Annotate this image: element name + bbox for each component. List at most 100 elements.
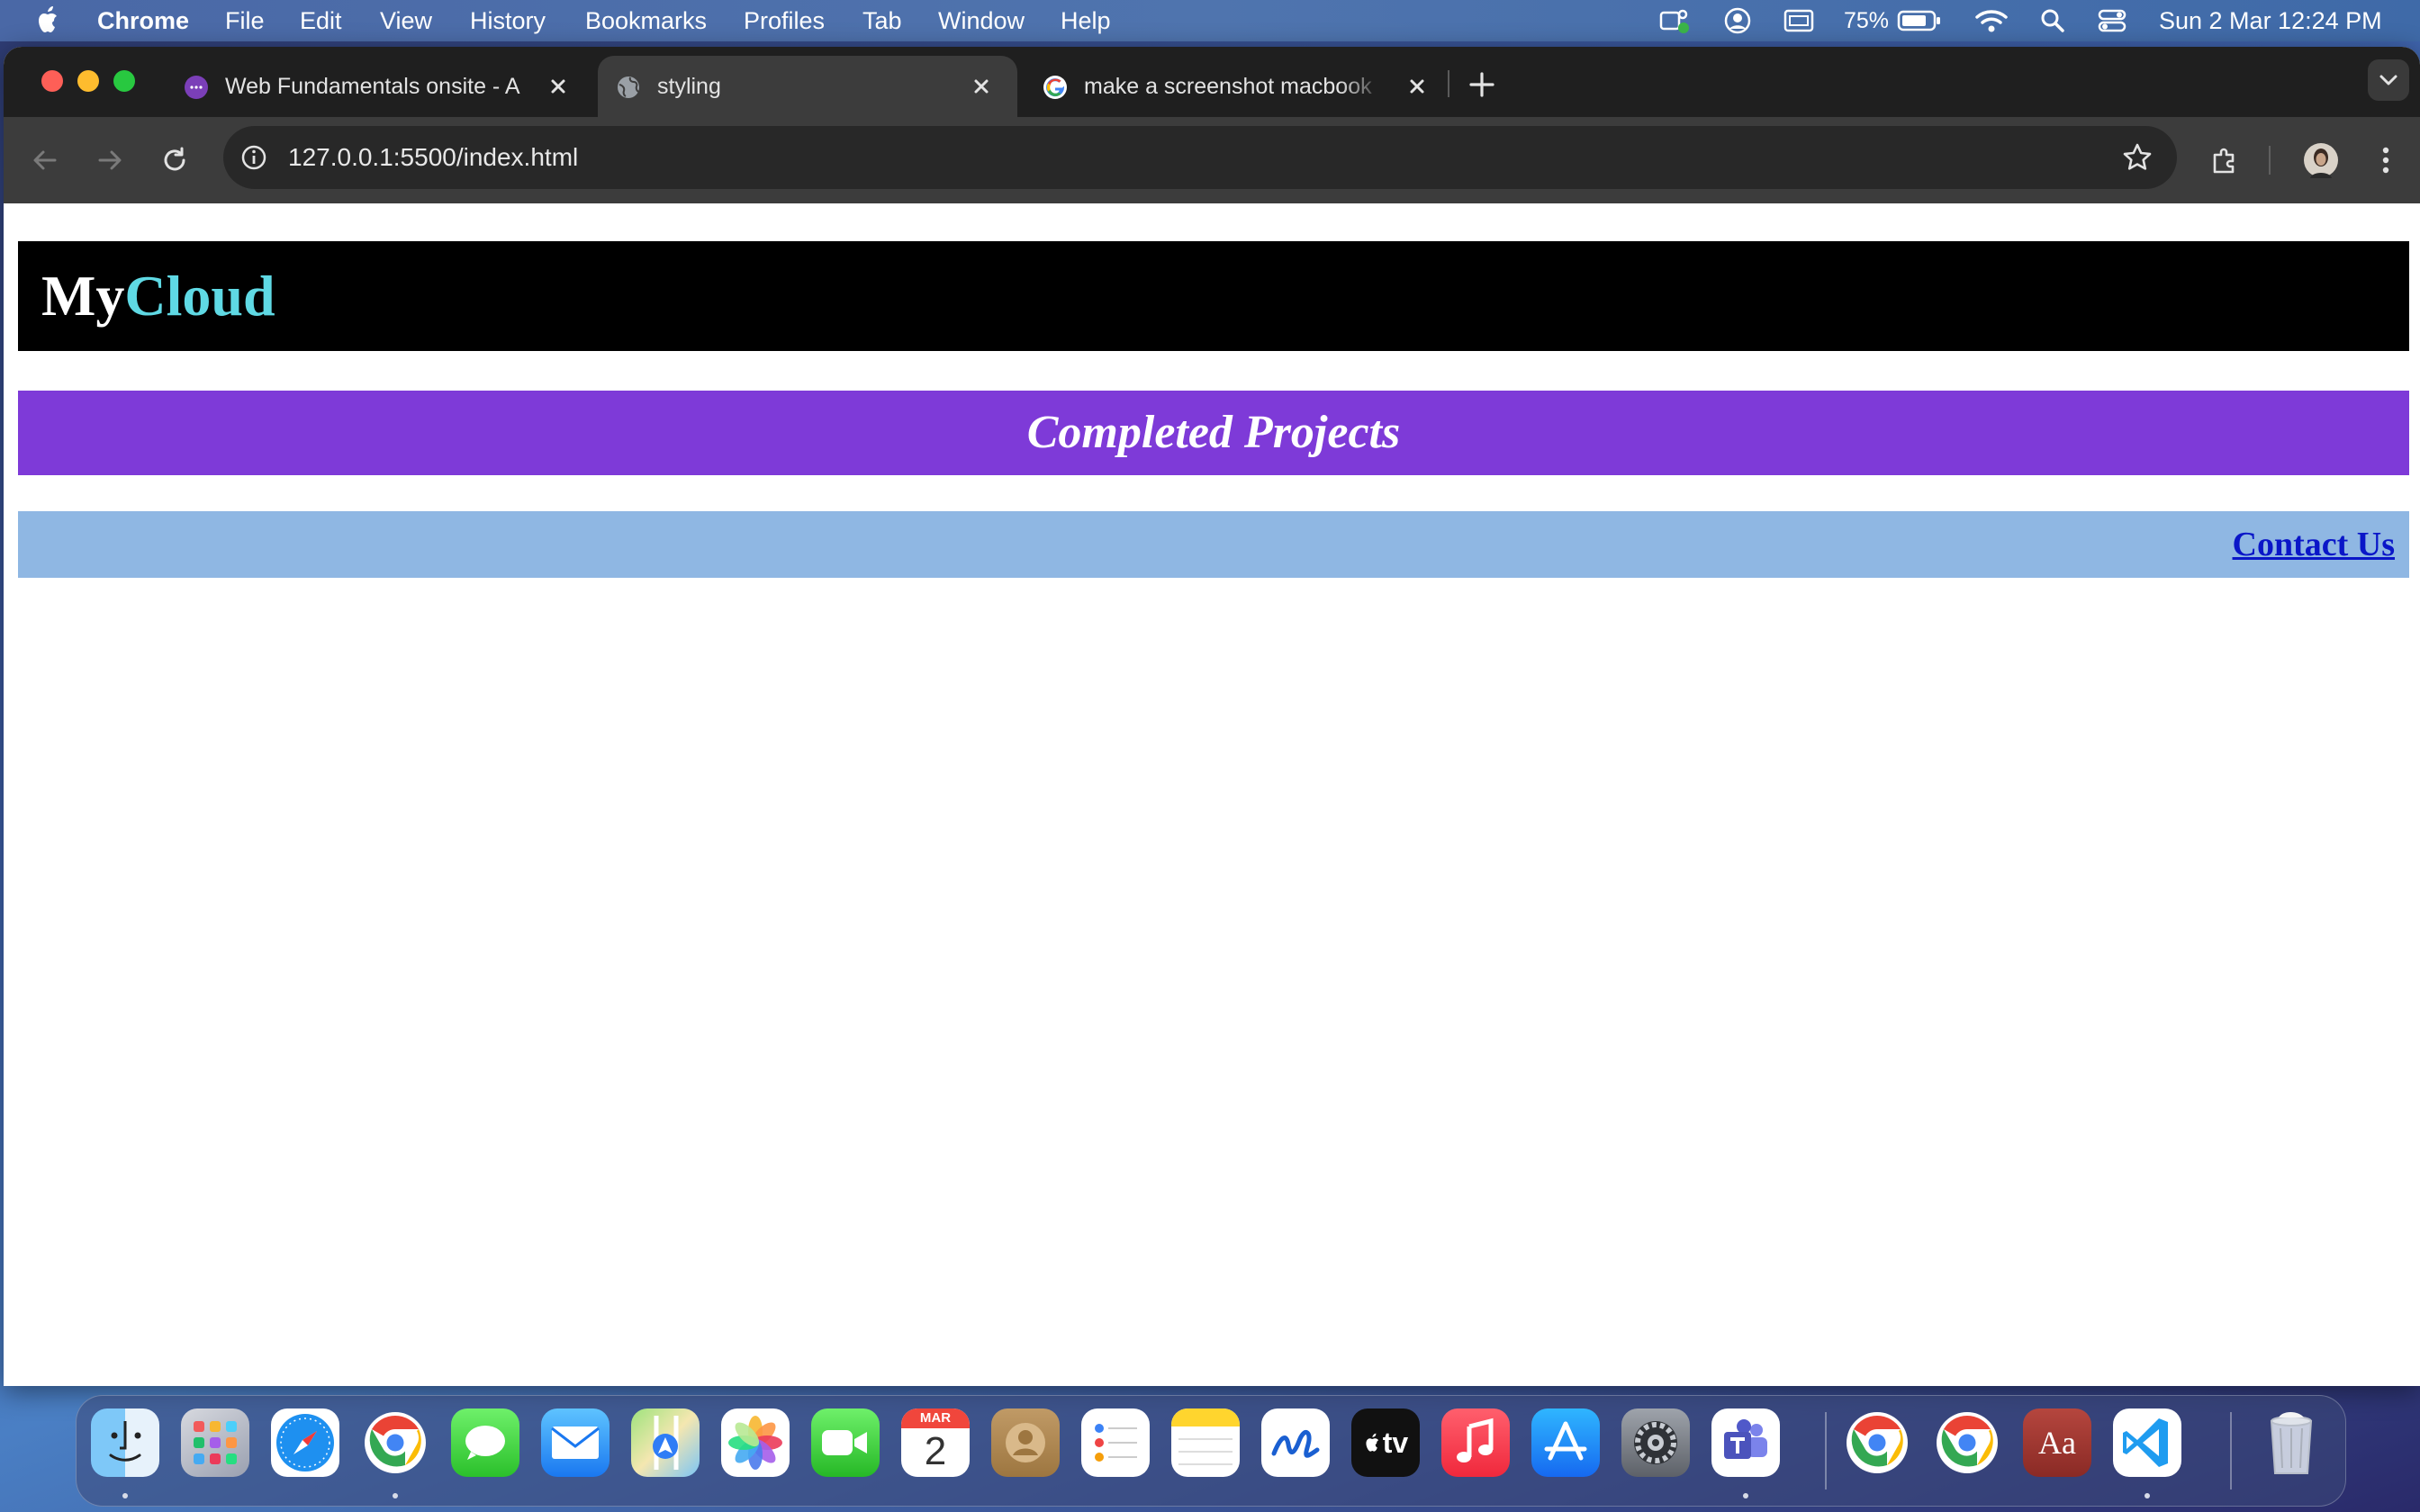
menu-view[interactable]: View: [380, 6, 432, 35]
purple-dots-icon: [185, 76, 208, 99]
contact-us-link[interactable]: Contact Us: [2233, 511, 2395, 578]
forward-button[interactable]: [90, 140, 130, 180]
reminders-icon[interactable]: [1081, 1408, 1150, 1477]
spotlight-search-icon[interactable]: [2038, 7, 2067, 34]
notes-icon[interactable]: [1171, 1408, 1240, 1477]
tab-separator: [1448, 70, 1449, 97]
logo-cloud: Cloud: [124, 264, 275, 328]
menu-history[interactable]: History: [470, 6, 546, 35]
minimize-window-button[interactable]: [77, 70, 99, 92]
menu-edit[interactable]: Edit: [300, 6, 342, 35]
tab-title: make a screenshot macbook: [1084, 74, 1372, 99]
teams-status-icon[interactable]: [1657, 7, 1693, 34]
reload-button[interactable]: [155, 140, 194, 180]
close-window-button[interactable]: [41, 70, 63, 92]
back-button[interactable]: [25, 140, 65, 180]
chrome-icon[interactable]: [361, 1408, 429, 1477]
profile-avatar[interactable]: [2301, 140, 2341, 180]
chrome-icon[interactable]: [1843, 1408, 1911, 1477]
completed-projects-heading: Completed Projects: [1026, 407, 1401, 458]
dock-separator: [1825, 1412, 1827, 1490]
arrow-right-icon: [98, 150, 122, 170]
apple-logo-icon[interactable]: [34, 4, 63, 35]
teams-icon[interactable]: [1711, 1408, 1780, 1477]
dictionary-label: Aa: [2038, 1425, 2076, 1461]
tab-search-button[interactable]: [2368, 59, 2409, 101]
facetime-icon[interactable]: [811, 1408, 880, 1477]
new-tab-icon[interactable]: [1466, 68, 1498, 101]
safari-icon[interactable]: [271, 1408, 339, 1477]
reload-icon: [164, 147, 185, 171]
system-settings-icon[interactable]: [1621, 1408, 1690, 1477]
tab-styling[interactable]: styling: [598, 56, 1017, 117]
tab-google-search[interactable]: make a screenshot macbook: [1025, 56, 1448, 117]
user-account-icon[interactable]: [1723, 7, 1752, 34]
chevron-down-icon: [2379, 75, 2397, 86]
menu-bookmarks[interactable]: Bookmarks: [585, 6, 707, 35]
contacts-icon[interactable]: [991, 1408, 1060, 1477]
menu-file[interactable]: File: [225, 6, 265, 35]
globe-icon: [618, 76, 640, 98]
menu-tab[interactable]: Tab: [862, 6, 902, 35]
extensions-button[interactable]: [2206, 140, 2245, 180]
menu-app-name[interactable]: Chrome: [97, 6, 189, 35]
contact-section: Contact Us: [18, 511, 2409, 578]
close-tab-icon[interactable]: [1403, 72, 1431, 101]
tv-label: tv: [1382, 1426, 1409, 1459]
menu-bar: Chrome File Edit View History Bookmarks …: [0, 0, 2420, 41]
browser-window: Web Fundamentals onsite - A styling make…: [4, 47, 2420, 1386]
puzzle-icon: [2213, 148, 2235, 174]
site-logo: MyCloud: [41, 241, 275, 351]
finder-icon[interactable]: [91, 1408, 159, 1477]
screen-mirroring-icon[interactable]: [1783, 7, 1815, 34]
chrome-icon[interactable]: [1933, 1408, 2001, 1477]
address-bar[interactable]: 127.0.0.1:5500/index.html: [223, 126, 2177, 189]
chrome-menu-button[interactable]: [2366, 140, 2406, 180]
control-center-icon[interactable]: [2096, 7, 2128, 34]
browser-toolbar: 127.0.0.1:5500/index.html: [4, 117, 2420, 203]
calendar-icon[interactable]: MAR 2: [901, 1408, 970, 1477]
calendar-month: MAR: [901, 1408, 970, 1428]
calendar-day: 2: [924, 1429, 947, 1473]
mail-icon[interactable]: [541, 1408, 610, 1477]
menu-profiles[interactable]: Profiles: [744, 6, 825, 35]
battery-percent: 75%: [1844, 8, 1890, 33]
running-indicator: [1743, 1493, 1748, 1498]
dictionary-icon[interactable]: Aa: [2023, 1408, 2091, 1477]
battery-icon[interactable]: [1896, 7, 1943, 34]
menu-window[interactable]: Window: [938, 6, 1025, 35]
maximize-window-button[interactable]: [113, 70, 135, 92]
tab-title: styling: [657, 74, 721, 99]
kebab-menu-icon: [2382, 147, 2389, 174]
site-info-icon[interactable]: [239, 143, 268, 172]
arrow-left-icon: [33, 150, 57, 170]
tab-web-fundamentals[interactable]: Web Fundamentals onsite - A: [166, 56, 594, 117]
logo-my: My: [41, 264, 125, 328]
url-text[interactable]: 127.0.0.1:5500/index.html: [288, 126, 578, 189]
tab-title: Web Fundamentals onsite - A: [225, 74, 520, 99]
wifi-icon[interactable]: [1973, 7, 2009, 34]
toolbar-separator: [2269, 146, 2271, 175]
avatar-icon: [2304, 143, 2338, 178]
trash-icon[interactable]: [2257, 1408, 2325, 1477]
messages-icon[interactable]: [451, 1408, 519, 1477]
app-store-icon[interactable]: [1531, 1408, 1600, 1477]
menubar-clock[interactable]: Sun 2 Mar 12:24 PM: [2159, 6, 2382, 35]
freeform-icon[interactable]: [1261, 1408, 1330, 1477]
vscode-icon[interactable]: [2113, 1408, 2181, 1477]
google-icon: [1043, 76, 1067, 99]
bookmark-star-icon[interactable]: [2121, 141, 2154, 174]
running-indicator: [122, 1493, 128, 1498]
photos-icon[interactable]: [721, 1408, 790, 1477]
web-page: MyCloud Completed Projects Contact Us: [4, 203, 2420, 1386]
menu-help[interactable]: Help: [1061, 6, 1111, 35]
close-tab-icon[interactable]: [967, 72, 996, 101]
running-indicator: [2145, 1493, 2150, 1498]
maps-icon[interactable]: [631, 1408, 700, 1477]
close-tab-icon[interactable]: [544, 72, 573, 101]
music-icon[interactable]: [1441, 1408, 1510, 1477]
launchpad-icon[interactable]: [181, 1408, 249, 1477]
tab-strip: Web Fundamentals onsite - A styling make…: [4, 47, 2420, 117]
tv-icon[interactable]: tv: [1351, 1408, 1420, 1477]
running-indicator: [393, 1493, 398, 1498]
